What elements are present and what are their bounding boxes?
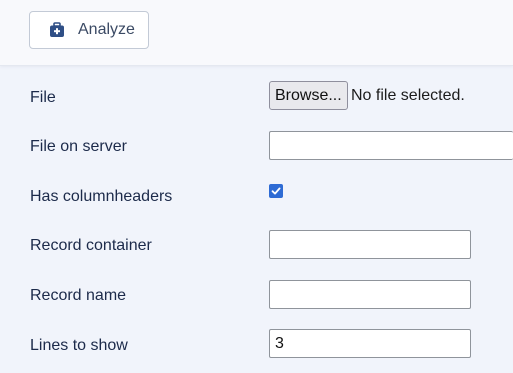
browse-button[interactable]: Browse... bbox=[269, 81, 348, 110]
medkit-icon bbox=[49, 22, 65, 38]
lines-to-show-label: Lines to show bbox=[30, 337, 128, 354]
file-row: File Browse... No file selected. bbox=[0, 81, 513, 121]
lines-to-show-row: Lines to show bbox=[0, 328, 513, 368]
analyze-button-label: Analyze bbox=[78, 21, 135, 38]
has-columnheaders-row: Has columnheaders bbox=[0, 180, 513, 220]
has-columnheaders-checkbox[interactable] bbox=[269, 184, 283, 198]
file-label: File bbox=[30, 89, 56, 106]
file-status: No file selected. bbox=[351, 87, 465, 104]
record-container-row: Record container bbox=[0, 229, 513, 269]
file-on-server-row: File on server bbox=[0, 130, 513, 170]
record-name-label: Record name bbox=[30, 287, 127, 304]
record-container-input[interactable] bbox=[269, 230, 471, 259]
file-on-server-input[interactable] bbox=[269, 131, 513, 160]
toolbar: Analyze bbox=[0, 0, 513, 66]
has-columnheaders-label: Has columnheaders bbox=[30, 188, 173, 205]
record-name-row: Record name bbox=[0, 279, 513, 319]
file-on-server-label: File on server bbox=[30, 138, 127, 155]
record-container-label: Record container bbox=[30, 237, 152, 254]
analyze-button[interactable]: Analyze bbox=[29, 11, 149, 49]
lines-to-show-input[interactable] bbox=[269, 329, 471, 358]
checkmark-icon bbox=[271, 187, 281, 195]
record-name-input[interactable] bbox=[269, 280, 471, 309]
